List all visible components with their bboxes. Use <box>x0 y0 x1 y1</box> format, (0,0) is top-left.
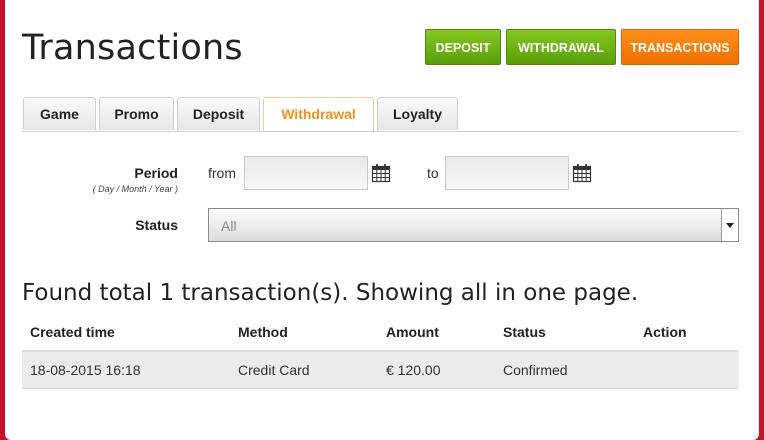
cell-action <box>635 351 739 389</box>
status-label: Status <box>135 217 178 233</box>
header-amount[interactable]: Amount <box>378 314 495 352</box>
to-label: to <box>427 165 439 181</box>
chevron-down-icon[interactable] <box>721 209 738 241</box>
header-created-time[interactable]: Created time <box>22 314 230 352</box>
period-label: Period <box>134 165 178 181</box>
cell-amount: € 120.00 <box>378 351 495 389</box>
tab-bar: Game Promo Deposit Withdrawal Loyalty <box>22 97 739 132</box>
header-status[interactable]: Status <box>495 314 635 352</box>
withdrawal-button[interactable]: WITHDRAWAL <box>506 29 616 65</box>
results-summary: Found total 1 transaction(s). Showing al… <box>22 280 639 306</box>
tab-loyalty[interactable]: Loyalty <box>377 97 458 130</box>
cell-status: Confirmed <box>495 351 635 389</box>
from-label: from <box>208 165 236 181</box>
table-header-row: Created time Method Amount Status Action <box>22 314 739 352</box>
cell-created-time: 18-08-2015 16:18 <box>22 351 230 389</box>
calendar-icon[interactable] <box>572 163 592 183</box>
from-date-input[interactable] <box>244 156 368 190</box>
cell-method: Credit Card <box>230 351 378 389</box>
transactions-button[interactable]: TRANSACTIONS <box>621 29 739 65</box>
calendar-icon[interactable] <box>371 163 391 183</box>
header-method[interactable]: Method <box>230 314 378 352</box>
tab-deposit[interactable]: Deposit <box>177 97 260 130</box>
status-select[interactable]: All <box>208 208 739 242</box>
table-row[interactable]: 18-08-2015 16:18 Credit Card € 120.00 Co… <box>22 351 739 389</box>
transactions-table: Created time Method Amount Status Action… <box>22 314 739 389</box>
tab-promo[interactable]: Promo <box>99 97 174 130</box>
page-title: Transactions <box>22 28 243 68</box>
tab-withdrawal[interactable]: Withdrawal <box>263 97 374 131</box>
header-action[interactable]: Action <box>635 314 739 352</box>
deposit-button[interactable]: DEPOSIT <box>425 29 501 65</box>
to-date-input[interactable] <box>445 156 569 190</box>
status-select-value: All <box>221 218 237 234</box>
period-format-hint: ( Day / Month / Year ) <box>92 184 178 194</box>
tab-game[interactable]: Game <box>23 97 96 130</box>
